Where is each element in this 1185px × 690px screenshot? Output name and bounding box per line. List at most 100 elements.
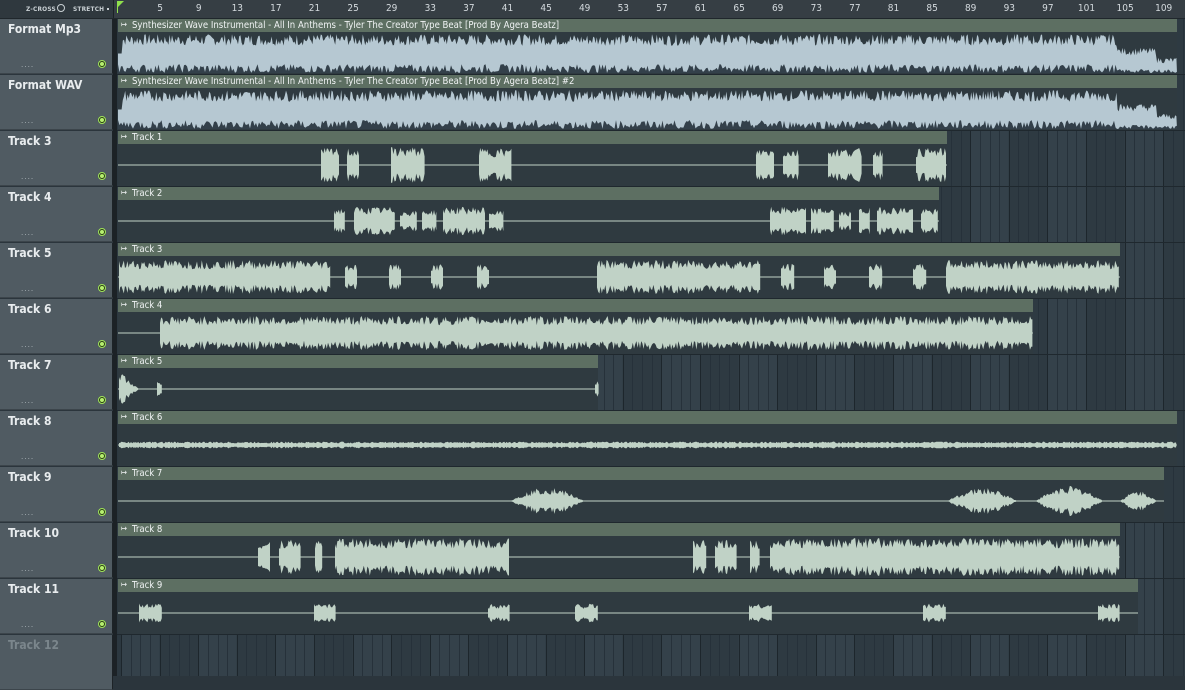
- zcross-toggle[interactable]: [57, 4, 65, 12]
- clip-label[interactable]: ↦ Synthesizer Wave Instrumental - All In …: [117, 75, 1177, 88]
- clip-title: Track 2: [132, 188, 163, 199]
- track-options-dots[interactable]: ....: [21, 620, 34, 629]
- track-header[interactable]: Track 4....: [0, 187, 113, 242]
- track-header[interactable]: Track 10....: [0, 523, 113, 578]
- track-active-led-icon[interactable]: [98, 284, 106, 292]
- track-header[interactable]: Track 5....: [0, 243, 113, 298]
- track-header[interactable]: Track 11....: [0, 579, 113, 634]
- waveform-segment: [315, 540, 323, 574]
- ruler-bar-number: 53: [617, 3, 630, 14]
- track-options-dots[interactable]: ....: [21, 228, 34, 237]
- clip-title: Track 3: [132, 244, 163, 255]
- track-options-dots[interactable]: ....: [21, 508, 34, 517]
- ruler-bar-number: 89: [964, 3, 977, 14]
- ruler-bar-number: 33: [424, 3, 437, 14]
- ruler-bar-number: 69: [771, 3, 784, 14]
- track-active-led-icon[interactable]: [98, 564, 106, 572]
- waveform-segment: [770, 538, 1120, 576]
- track-header[interactable]: Format Mp3....: [0, 19, 113, 74]
- track-active-led-icon[interactable]: [98, 116, 106, 124]
- track-options-dots[interactable]: ....: [21, 172, 34, 181]
- clip-label[interactable]: ↦ Track 3: [117, 243, 1120, 256]
- track-active-led-icon[interactable]: [98, 228, 106, 236]
- track-active-led-icon[interactable]: [98, 452, 106, 460]
- waveform-segment: [431, 264, 443, 290]
- waveform-segment: [321, 147, 339, 183]
- track-active-led-icon[interactable]: [98, 620, 106, 628]
- clip-label[interactable]: ↦ Track 6: [117, 411, 1177, 424]
- track-active-led-icon[interactable]: [98, 172, 106, 180]
- track-active-led-icon[interactable]: [98, 60, 106, 68]
- clip-label[interactable]: ↦ Track 4: [117, 299, 1033, 312]
- clip-menu-arrow-icon[interactable]: ↦: [121, 524, 127, 533]
- track-header[interactable]: Track 12: [0, 635, 113, 690]
- track-header[interactable]: Track 6....: [0, 299, 113, 354]
- track-options-dots[interactable]: ....: [21, 564, 34, 573]
- clip-label[interactable]: ↦ Synthesizer Wave Instrumental - All In …: [117, 19, 1177, 32]
- timeline-ruler[interactable]: 5 9 13 17 21 25 29 33 37 41 45 49 53 57 61 65 69 73 77 81 85…: [117, 0, 1185, 18]
- ruler-bar-number: 93: [1003, 3, 1016, 14]
- track-header[interactable]: Track 8....: [0, 411, 113, 466]
- track-options-dots[interactable]: ....: [21, 396, 34, 405]
- track-header[interactable]: Track 9....: [0, 467, 113, 522]
- ruler-bar-number: 65: [733, 3, 745, 14]
- ruler-bar-number: 17: [270, 3, 282, 14]
- clip-menu-arrow-icon[interactable]: ↦: [121, 412, 127, 421]
- track-options-dots[interactable]: ....: [21, 284, 34, 293]
- clip-menu-arrow-icon[interactable]: ↦: [121, 468, 127, 477]
- track-name: Track 7: [8, 358, 52, 372]
- ruler-bar-number: 77: [849, 3, 861, 14]
- clip-menu-arrow-icon[interactable]: ↦: [121, 188, 127, 197]
- ruler-bar-number: 9: [195, 3, 202, 14]
- track-name: Track 5: [8, 246, 52, 260]
- clip-menu-arrow-icon[interactable]: ↦: [121, 76, 127, 85]
- track-active-led-icon[interactable]: [98, 396, 106, 404]
- clip-label[interactable]: ↦ Track 8: [117, 523, 1120, 536]
- track-active-led-icon[interactable]: [98, 340, 106, 348]
- ruler-bar-number: 45: [540, 3, 552, 14]
- clip-title: Track 5: [132, 356, 163, 367]
- clip-menu-arrow-icon[interactable]: ↦: [121, 580, 127, 589]
- track-name: Track 3: [8, 134, 52, 148]
- playlist-toolbar: Z-CROSS STRETCH 5 9 13 17 21 25 29 33 37 41 45 49 53…: [0, 0, 1185, 19]
- clip-label[interactable]: ↦ Track 7: [117, 467, 1164, 480]
- ruler-bar-number: 41: [501, 3, 514, 14]
- playhead-marker-icon[interactable]: [117, 1, 124, 8]
- waveform-segment: [756, 149, 774, 181]
- clip-title: Synthesizer Wave Instrumental - All In A…: [132, 20, 560, 31]
- track-options-dots[interactable]: ....: [21, 340, 34, 349]
- clip-menu-arrow-icon[interactable]: ↦: [121, 356, 127, 365]
- track-name: Track 11: [8, 582, 60, 596]
- ruler-bar-number: 97: [1042, 3, 1054, 14]
- waveform-segment: [869, 263, 883, 291]
- clip-label[interactable]: ↦ Track 2: [117, 187, 939, 200]
- track-options-dots[interactable]: ....: [21, 452, 34, 461]
- clip-menu-arrow-icon[interactable]: ↦: [121, 300, 127, 309]
- clip-menu-arrow-icon[interactable]: ↦: [121, 132, 127, 141]
- track-name: Track 12: [8, 638, 60, 652]
- ruler-bar-number: 5: [157, 3, 163, 14]
- clip-title: Synthesizer Wave Instrumental - All In A…: [132, 76, 575, 87]
- clip-menu-arrow-icon[interactable]: ↦: [121, 244, 127, 253]
- stretch-toggle[interactable]: [107, 8, 109, 10]
- track-active-led-icon[interactable]: [98, 508, 106, 516]
- track-options-dots[interactable]: ....: [21, 116, 34, 125]
- waveform-segment: [828, 148, 862, 182]
- track-header[interactable]: Format WAV....: [0, 75, 113, 130]
- clip-menu-arrow-icon[interactable]: ↦: [121, 20, 127, 29]
- clip-label[interactable]: ↦ Track 1: [117, 131, 947, 144]
- waveform-segment: [345, 264, 357, 290]
- track-name: Track 9: [8, 470, 52, 484]
- track-header[interactable]: Track 7....: [0, 355, 113, 410]
- track-name: Track 6: [8, 302, 52, 316]
- clip-title: Track 4: [132, 300, 163, 311]
- clip-label[interactable]: ↦ Track 5: [117, 355, 598, 368]
- track-options-dots[interactable]: ....: [21, 60, 34, 69]
- stretch-label: STRETCH: [73, 5, 105, 13]
- ruler-bar-number: 29: [385, 3, 398, 14]
- clip-title: Track 6: [132, 412, 163, 423]
- ruler-bar-number: 101: [1077, 3, 1096, 14]
- playlist-area[interactable]: [117, 19, 1185, 676]
- clip-label[interactable]: ↦ Track 9: [117, 579, 1138, 592]
- track-header[interactable]: Track 3....: [0, 131, 113, 186]
